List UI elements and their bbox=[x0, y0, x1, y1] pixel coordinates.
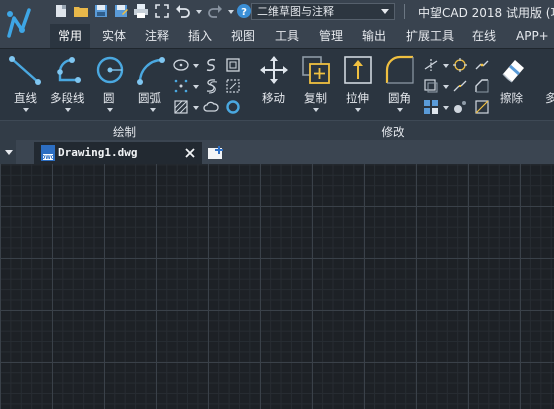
break-icon[interactable] bbox=[474, 57, 490, 76]
tab-online[interactable]: 在线 bbox=[472, 24, 496, 48]
fillet-dropdown-icon[interactable] bbox=[397, 108, 403, 112]
open-folder-icon[interactable] bbox=[73, 3, 89, 19]
ellipse-icon[interactable] bbox=[173, 57, 189, 76]
tab-app-plus[interactable]: APP+ bbox=[516, 24, 549, 48]
copy-icon[interactable] bbox=[300, 54, 332, 89]
save-as-icon[interactable] bbox=[113, 3, 129, 19]
app-logo[interactable] bbox=[0, 0, 50, 48]
redo-dropdown-icon[interactable] bbox=[228, 10, 234, 14]
hatch-dropdown-icon[interactable] bbox=[193, 106, 199, 110]
mirror-icon[interactable] bbox=[474, 99, 490, 118]
title-divider bbox=[404, 4, 405, 19]
spline-icon[interactable] bbox=[203, 57, 219, 76]
offset-dropdown-icon[interactable] bbox=[443, 85, 449, 89]
revision-cloud-icon[interactable] bbox=[203, 99, 219, 118]
new-tab-icon[interactable] bbox=[207, 145, 225, 164]
donut-icon[interactable] bbox=[225, 99, 241, 118]
undo-dropdown-icon[interactable] bbox=[196, 10, 202, 14]
polyline-icon[interactable] bbox=[50, 54, 84, 89]
mline-icon[interactable] bbox=[203, 78, 219, 97]
tab-insert[interactable]: 插入 bbox=[188, 24, 212, 48]
stretch-dropdown-icon[interactable] bbox=[355, 108, 361, 112]
rectangle-icon[interactable] bbox=[225, 57, 241, 76]
line-icon[interactable] bbox=[8, 54, 42, 89]
move-icon[interactable] bbox=[258, 54, 290, 89]
trim-icon[interactable] bbox=[423, 57, 439, 76]
fillet-icon[interactable] bbox=[384, 54, 416, 89]
hatch-icon[interactable] bbox=[173, 99, 189, 118]
svg-text:?: ? bbox=[241, 7, 247, 18]
print-icon[interactable] bbox=[133, 3, 149, 19]
arc-button-label[interactable]: 圆弧 bbox=[138, 90, 161, 106]
explode-icon[interactable] bbox=[452, 57, 468, 76]
stretch-icon[interactable] bbox=[342, 54, 374, 89]
workspace-select[interactable]: 二维草图与注释 bbox=[251, 3, 395, 20]
tab-view[interactable]: 视图 bbox=[231, 24, 255, 48]
tab-home[interactable]: 常用 bbox=[50, 24, 90, 48]
circle-dropdown-icon[interactable] bbox=[107, 108, 113, 112]
circle-icon[interactable] bbox=[93, 54, 127, 89]
document-tab-label[interactable]: Drawing1.dwg bbox=[58, 146, 137, 159]
tab-manage[interactable]: 管理 bbox=[319, 24, 343, 48]
polyline-dropdown-icon[interactable] bbox=[65, 108, 71, 112]
line-button-label[interactable]: 直线 bbox=[14, 90, 37, 106]
polyline-button-label[interactable]: 多段线 bbox=[50, 90, 85, 106]
array-dropdown-icon[interactable] bbox=[443, 106, 449, 110]
save-icon[interactable] bbox=[93, 3, 109, 19]
copy-dropdown-icon[interactable] bbox=[313, 108, 319, 112]
join-icon[interactable] bbox=[452, 78, 468, 97]
fillet-button-label[interactable]: 圆角 bbox=[388, 90, 411, 106]
draw-panel-title[interactable]: 绘制 bbox=[0, 124, 249, 140]
array-icon[interactable] bbox=[423, 99, 439, 118]
chamfer-icon[interactable] bbox=[474, 78, 490, 97]
tab-solid[interactable]: 实体 bbox=[102, 24, 126, 48]
tab-annotate[interactable]: 注释 bbox=[145, 24, 169, 48]
chevron-down-icon bbox=[5, 150, 13, 155]
scale-icon[interactable] bbox=[452, 99, 468, 118]
ellipse-dropdown-icon[interactable] bbox=[193, 64, 199, 68]
chevron-down-icon bbox=[381, 9, 389, 14]
eraser-icon[interactable] bbox=[497, 54, 529, 89]
arc-icon[interactable] bbox=[134, 54, 168, 89]
redo-icon[interactable] bbox=[207, 3, 223, 19]
tab-menu-button[interactable] bbox=[0, 140, 16, 164]
point-icon[interactable] bbox=[173, 78, 189, 97]
offset-icon[interactable] bbox=[423, 78, 439, 97]
drawing-canvas[interactable] bbox=[0, 164, 554, 409]
dwg-file-icon: DWG bbox=[40, 144, 56, 165]
tab-output[interactable]: 输出 bbox=[362, 24, 386, 48]
tab-tools[interactable]: 工具 bbox=[275, 24, 299, 48]
copy-button-label[interactable]: 复制 bbox=[304, 90, 327, 106]
line-dropdown-icon[interactable] bbox=[23, 108, 29, 112]
point-dropdown-icon[interactable] bbox=[193, 85, 199, 89]
new-file-icon[interactable] bbox=[53, 3, 69, 19]
dwg-badge: DWG bbox=[41, 155, 55, 161]
workspace-label: 二维草图与注释 bbox=[257, 5, 334, 18]
help-icon[interactable]: ? bbox=[236, 3, 252, 19]
tab-extended-tools[interactable]: 扩展工具 bbox=[406, 24, 454, 48]
close-icon[interactable] bbox=[184, 147, 196, 162]
modify-panel-title[interactable]: 修改 bbox=[250, 124, 536, 140]
erase-button-label[interactable]: 擦除 bbox=[500, 90, 523, 106]
overflow-label[interactable]: 多 bbox=[545, 90, 554, 106]
stretch-button-label[interactable]: 拉伸 bbox=[346, 90, 369, 106]
fullscreen-icon[interactable] bbox=[154, 3, 170, 19]
boundary-icon[interactable] bbox=[225, 78, 241, 97]
circle-button-label[interactable]: 圆 bbox=[103, 90, 115, 106]
move-button-label[interactable]: 移动 bbox=[262, 90, 285, 106]
trim-dropdown-icon[interactable] bbox=[443, 64, 449, 68]
arc-dropdown-icon[interactable] bbox=[150, 108, 156, 112]
app-title: 中望CAD 2018 试用版 (功 bbox=[418, 6, 554, 20]
undo-icon[interactable] bbox=[175, 3, 191, 19]
